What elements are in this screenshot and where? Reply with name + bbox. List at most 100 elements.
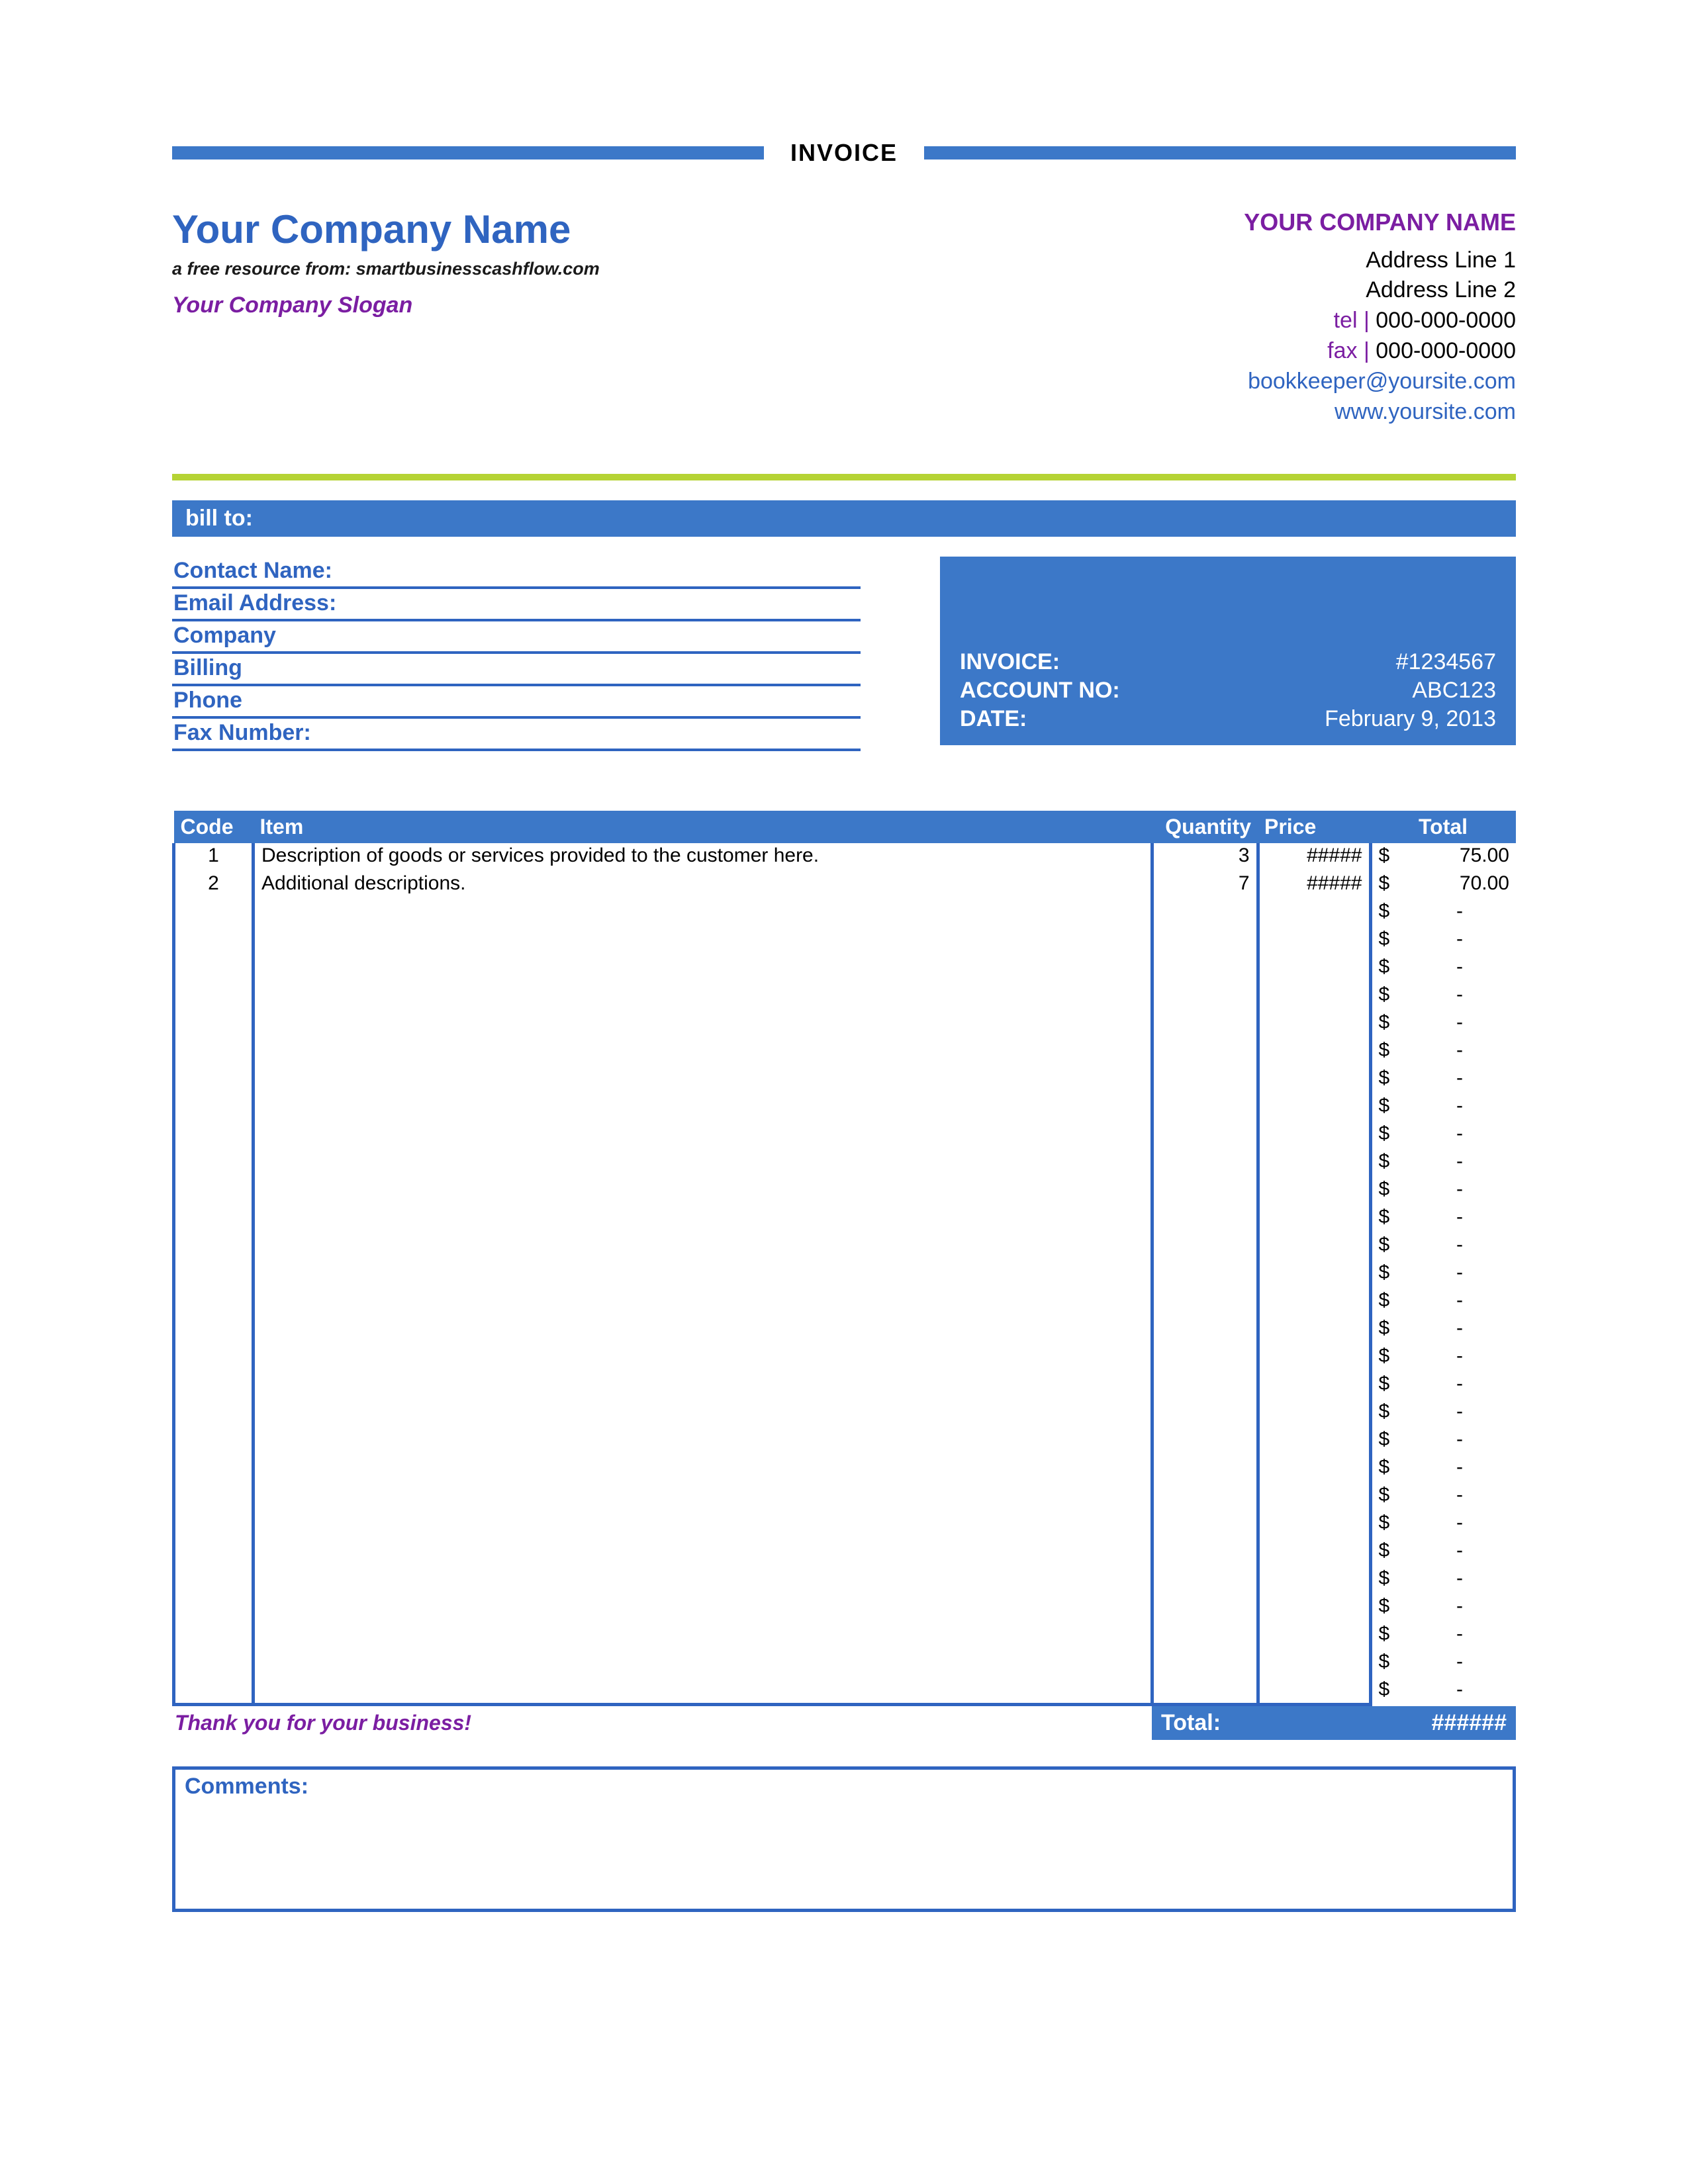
cell-code — [174, 1594, 254, 1621]
items-header-row: Code Item Quantity Price Total — [174, 811, 1517, 843]
cell-price — [1258, 1093, 1370, 1121]
table-row: $- — [174, 1510, 1517, 1538]
table-row: $- — [174, 1399, 1517, 1427]
table-row: $- — [174, 1649, 1517, 1677]
cell-qty — [1152, 1149, 1258, 1177]
cell-currency: $ — [1370, 1010, 1403, 1038]
cell-price: ##### — [1258, 843, 1370, 871]
table-row: $- — [174, 954, 1517, 982]
website-link[interactable]: www.yoursite.com — [1244, 397, 1516, 428]
green-divider — [172, 474, 1516, 480]
cell-currency: $ — [1370, 843, 1403, 871]
cell-total: - — [1403, 1455, 1516, 1482]
cell-qty — [1152, 1677, 1258, 1705]
cell-price — [1258, 982, 1370, 1010]
cell-qty — [1152, 899, 1258, 927]
cell-total: - — [1403, 1205, 1516, 1232]
header-left: Your Company Name a free resource from: … — [172, 206, 600, 428]
invoice-info-block: INVOICE: #1234567 ACCOUNT NO: ABC123 DAT… — [940, 557, 1516, 745]
cell-code — [174, 1316, 254, 1343]
cell-total: - — [1403, 982, 1516, 1010]
comments-label: Comments: — [185, 1774, 308, 1799]
cell-item — [254, 1316, 1152, 1343]
cell-item — [254, 1594, 1152, 1621]
bill-field-label: Phone — [173, 688, 242, 713]
cell-code — [174, 982, 254, 1010]
cell-code — [174, 1538, 254, 1566]
cell-code — [174, 1677, 254, 1705]
cell-item — [254, 1066, 1152, 1093]
cell-total: - — [1403, 1649, 1516, 1677]
col-quantity: Quantity — [1152, 811, 1258, 843]
cell-code — [174, 1649, 254, 1677]
account-label: ACCOUNT NO: — [960, 678, 1120, 704]
cell-currency: $ — [1370, 1677, 1403, 1705]
cell-code — [174, 1482, 254, 1510]
cell-code — [174, 1399, 254, 1427]
cell-currency: $ — [1370, 1566, 1403, 1594]
fax-line: fax | 000-000-0000 — [1244, 336, 1516, 367]
cell-currency: $ — [1370, 1093, 1403, 1121]
cell-currency: $ — [1370, 1538, 1403, 1566]
comments-box[interactable]: Comments: — [172, 1766, 1516, 1912]
table-row: $- — [174, 1260, 1517, 1288]
cell-total: - — [1403, 927, 1516, 954]
cell-price — [1258, 1232, 1370, 1260]
cell-code — [174, 1149, 254, 1177]
cell-qty — [1152, 1260, 1258, 1288]
bill-field[interactable]: Email Address: — [172, 589, 861, 621]
grand-total-value: ###### — [1364, 1706, 1516, 1740]
cell-total: - — [1403, 1427, 1516, 1455]
cell-price — [1258, 1149, 1370, 1177]
cell-item — [254, 1677, 1152, 1705]
cell-qty — [1152, 954, 1258, 982]
cell-currency: $ — [1370, 1343, 1403, 1371]
cell-qty — [1152, 1093, 1258, 1121]
address-line-2: Address Line 2 — [1244, 275, 1516, 306]
bill-field[interactable]: Company — [172, 621, 861, 654]
cell-item — [254, 1538, 1152, 1566]
tel-value: 000-000-0000 — [1376, 308, 1516, 333]
table-row: $- — [174, 1232, 1517, 1260]
cell-total: - — [1403, 1621, 1516, 1649]
cell-code — [174, 1288, 254, 1316]
cell-price — [1258, 1455, 1370, 1482]
table-row: $- — [174, 1177, 1517, 1205]
address-line-1: Address Line 1 — [1244, 246, 1516, 276]
cell-code — [174, 1621, 254, 1649]
cell-code: 1 — [174, 843, 254, 871]
cell-total: - — [1403, 1538, 1516, 1566]
cell-code — [174, 1427, 254, 1455]
table-row: $- — [174, 1371, 1517, 1399]
cell-total: - — [1403, 1371, 1516, 1399]
table-row: $- — [174, 1093, 1517, 1121]
cell-qty: 7 — [1152, 871, 1258, 899]
cell-currency: $ — [1370, 1038, 1403, 1066]
table-row: $- — [174, 1538, 1517, 1566]
email-link[interactable]: bookkeeper@yoursite.com — [1244, 367, 1516, 397]
bill-field[interactable]: Billing — [172, 654, 861, 686]
table-row: $- — [174, 1288, 1517, 1316]
invoice-page: INVOICE Your Company Name a free resourc… — [0, 0, 1688, 2184]
cell-currency: $ — [1370, 1149, 1403, 1177]
cell-total: - — [1403, 1038, 1516, 1066]
cell-item — [254, 1149, 1152, 1177]
tel-label: tel — [1334, 308, 1358, 333]
cell-total: - — [1403, 1594, 1516, 1621]
cell-code — [174, 1455, 254, 1482]
cell-total: 70.00 — [1403, 871, 1516, 899]
bill-field[interactable]: Fax Number: — [172, 719, 861, 751]
cell-qty — [1152, 1316, 1258, 1343]
cell-item — [254, 1566, 1152, 1594]
bill-field[interactable]: Contact Name: — [172, 557, 861, 589]
cell-currency: $ — [1370, 1316, 1403, 1343]
cell-total: - — [1403, 1093, 1516, 1121]
bill-to-label: bill to: — [185, 506, 253, 531]
table-row: $- — [174, 927, 1517, 954]
cell-total: - — [1403, 1149, 1516, 1177]
cell-code — [174, 1260, 254, 1288]
cell-code: 2 — [174, 871, 254, 899]
fax-label: fax — [1327, 338, 1357, 363]
table-row: $- — [174, 1482, 1517, 1510]
bill-field[interactable]: Phone — [172, 686, 861, 719]
